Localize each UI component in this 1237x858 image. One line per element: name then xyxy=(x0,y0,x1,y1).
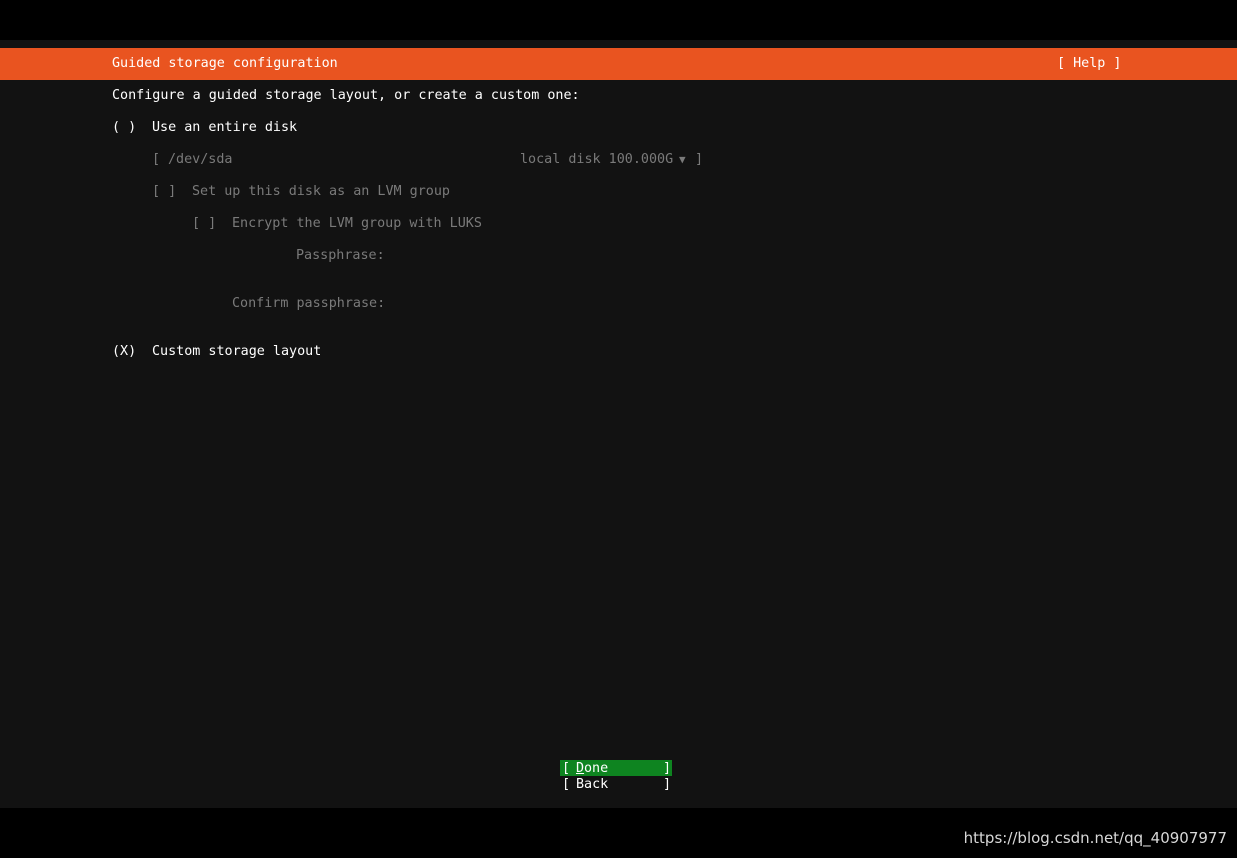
confirm-passphrase-field[interactable] xyxy=(392,296,692,312)
title-bar: Guided storage configuration [ Help ] xyxy=(0,48,1237,80)
disk-select-close-bracket: ] xyxy=(695,152,704,167)
passphrase-field[interactable] xyxy=(392,248,692,264)
chevron-down-icon[interactable]: ▼ xyxy=(679,152,686,168)
entire-disk-radio[interactable]: ( ) xyxy=(112,120,136,136)
done-hotkey: D xyxy=(576,761,585,776)
done-button[interactable]: [ D one ] xyxy=(560,760,672,776)
watermark: https://blog.csdn.net/qq_40907977 xyxy=(963,829,1227,847)
lvm-label[interactable]: Set up this disk as an LVM group xyxy=(192,184,450,200)
confirm-passphrase-label: Confirm passphrase: xyxy=(232,296,386,311)
lvm-checkbox[interactable]: [ ] xyxy=(152,184,176,200)
luks-label[interactable]: Encrypt the LVM group with LUKS xyxy=(232,216,482,232)
entire-disk-label[interactable]: Use an entire disk xyxy=(152,120,297,136)
help-button[interactable]: [ Help ] xyxy=(1057,56,1122,72)
custom-layout-label[interactable]: Custom storage layout xyxy=(152,344,321,360)
page-title: Guided storage configuration xyxy=(112,56,338,71)
disk-select-device[interactable]: /dev/sda xyxy=(168,152,233,168)
disk-select-open-bracket: [ xyxy=(152,152,161,167)
intro-text: Configure a guided storage layout, or cr… xyxy=(112,88,580,103)
passphrase-label: Passphrase: xyxy=(296,248,385,263)
done-close-bracket: ] xyxy=(663,761,672,776)
disk-select-description[interactable]: local disk 100.000G xyxy=(520,152,673,168)
back-label: Back xyxy=(576,777,609,792)
custom-layout-radio[interactable]: (X) xyxy=(112,344,136,360)
done-label-rest: one xyxy=(584,761,609,776)
back-close-bracket: ] xyxy=(663,777,672,792)
back-button[interactable]: [ Back ] xyxy=(560,777,672,793)
luks-checkbox[interactable]: [ ] xyxy=(192,216,216,232)
